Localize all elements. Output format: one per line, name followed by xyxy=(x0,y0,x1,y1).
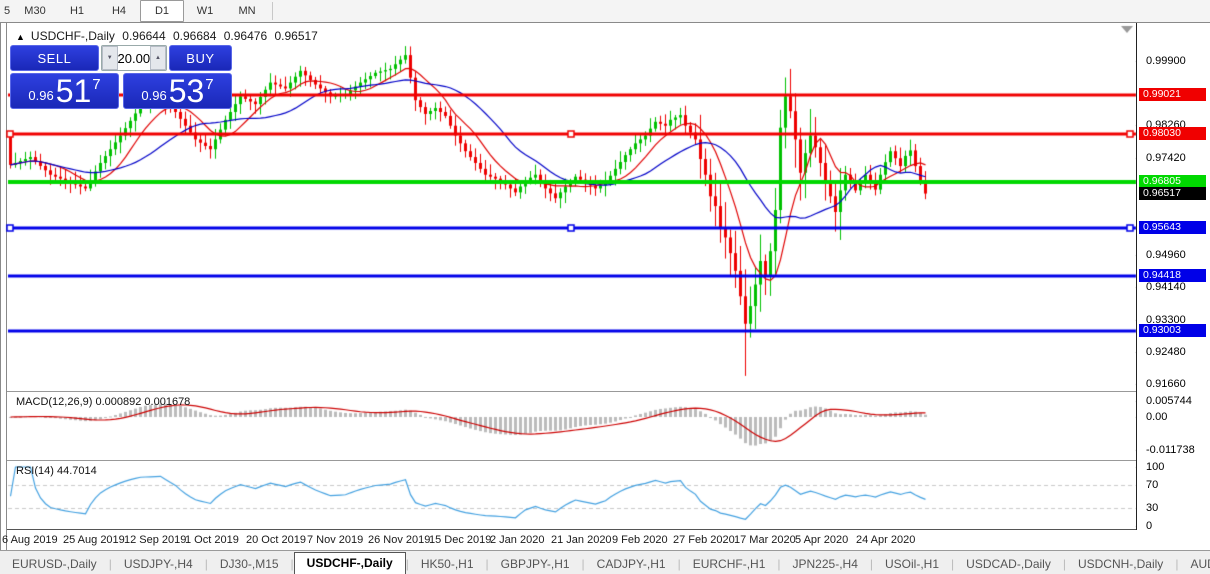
line-price-label: 0.94418 xyxy=(1139,269,1206,282)
sell-price-button[interactable]: 0.96517 xyxy=(10,73,119,109)
date-label: 25 Aug 2019 xyxy=(63,534,125,546)
chart-tab-usdjpy-h4[interactable]: USDJPY-,H4 xyxy=(112,554,205,574)
rsi-value: 44.7014 xyxy=(57,465,97,477)
buy-price-prefix: 0.96 xyxy=(141,88,166,103)
mt4-workspace: 5M30H1H4D1W1MN ▲USDCHF-,Daily 0.96644 0.… xyxy=(0,0,1210,574)
rsi-scale-label: 0 xyxy=(1146,520,1152,532)
rsi-pane-divider[interactable] xyxy=(7,460,1210,461)
volume-stepper: ▼ 20.00 ▲ xyxy=(101,45,167,71)
open-value: 0.96644 xyxy=(122,29,165,43)
chart-tab-usdcad-daily[interactable]: USDCAD-,Daily xyxy=(954,554,1063,574)
chart-tab-usdcnh-daily[interactable]: USDCNH-,Daily xyxy=(1066,554,1175,574)
date-label: 12 Sep 2019 xyxy=(124,534,186,546)
chart-title: ▲ USDCHF-,Daily 0.96644 0.96684 0.96476 0… xyxy=(16,29,322,43)
chart-tab-cadjpy-h1[interactable]: CADJPY-,H1 xyxy=(585,554,678,574)
low-value: 0.96476 xyxy=(224,29,267,43)
date-label: 7 Nov 2019 xyxy=(307,534,363,546)
price-tick-label: 0.92480 xyxy=(1146,346,1186,358)
chart-tab-hk50-h1[interactable]: HK50-,H1 xyxy=(409,554,486,574)
high-value: 0.96684 xyxy=(173,29,216,43)
price-tick-label: 0.94140 xyxy=(1146,281,1186,293)
date-axis[interactable]: 6 Aug 201925 Aug 201912 Sep 20191 Oct 20… xyxy=(7,530,1136,549)
rsi-title: RSI(14) xyxy=(16,465,54,477)
sell-button[interactable]: SELL xyxy=(10,45,99,71)
chart-tab-usdchf-daily[interactable]: USDCHF-,Daily xyxy=(294,552,406,574)
price-tick-label: 0.94960 xyxy=(1146,249,1186,261)
date-label: 1 Oct 2019 xyxy=(185,534,239,546)
volume-down-button[interactable]: ▼ xyxy=(102,46,118,70)
close-value: 0.96517 xyxy=(274,29,317,43)
date-label: 20 Oct 2019 xyxy=(246,534,306,546)
chart-tab-eurusd-daily[interactable]: EURUSD-,Daily xyxy=(0,554,109,574)
price-tick-label: 0.99900 xyxy=(1146,55,1186,67)
date-label: 26 Nov 2019 xyxy=(368,534,430,546)
macd-pane-divider[interactable] xyxy=(7,391,1210,392)
macd-values: 0.000892 0.001678 xyxy=(95,396,190,408)
line-price-label: 0.95643 xyxy=(1139,221,1206,234)
chart-tab-dj30-m15[interactable]: DJ30-,M15 xyxy=(208,554,291,574)
buy-price-button[interactable]: 0.96537 xyxy=(123,73,232,109)
macd-label: MACD(12,26,9) 0.000892 0.001678 xyxy=(16,396,190,408)
price-tick-label: 0.91660 xyxy=(1146,378,1186,390)
line-price-label: 0.99021 xyxy=(1139,88,1206,101)
macd-scale-label: 0.005744 xyxy=(1146,395,1192,407)
current-price-label: 0.96517 xyxy=(1139,187,1206,200)
line-price-label: 0.93003 xyxy=(1139,324,1206,337)
rsi-scale-label: 100 xyxy=(1146,461,1164,473)
date-label: 6 Aug 2019 xyxy=(2,534,58,546)
date-label: 27 Feb 2020 xyxy=(673,534,735,546)
chart-tab-audu[interactable]: AUDU xyxy=(1178,554,1210,574)
rsi-scale-label: 70 xyxy=(1146,479,1158,491)
sell-price-big: 51 xyxy=(56,76,92,106)
buy-price-sup: 7 xyxy=(205,76,213,93)
one-click-trading-panel: SELL ▼ 20.00 ▲ BUY 0.96517 0.96537 xyxy=(10,45,232,111)
chart-tab-jpn225-h4[interactable]: JPN225-,H4 xyxy=(781,554,870,574)
chart-tab-eurchf-h1[interactable]: EURCHF-,H1 xyxy=(681,554,778,574)
date-label: 15 Dec 2019 xyxy=(429,534,491,546)
date-label: 9 Feb 2020 xyxy=(612,534,668,546)
date-label: 2 Jan 2020 xyxy=(490,534,544,546)
chart-tab-gbpjpy-h1[interactable]: GBPJPY-,H1 xyxy=(489,554,582,574)
price-tick-label: 0.97420 xyxy=(1146,152,1186,164)
collapse-triangle-icon[interactable]: ▲ xyxy=(16,32,25,42)
sell-price-prefix: 0.96 xyxy=(28,88,53,103)
volume-field[interactable]: 20.00 xyxy=(118,46,151,70)
chart-tab-bar: EURUSD-,Daily|USDJPY-,H4|DJ30-,M15|USDCH… xyxy=(0,550,1210,574)
date-label: 21 Jan 2020 xyxy=(551,534,612,546)
rsi-label: RSI(14) 44.7014 xyxy=(16,465,97,477)
date-label: 17 Mar 2020 xyxy=(734,534,796,546)
price-scale[interactable]: 0.999000.982600.974200.949600.941400.933… xyxy=(1137,23,1210,530)
date-label: 24 Apr 2020 xyxy=(856,534,915,546)
line-price-label: 0.98030 xyxy=(1139,127,1206,140)
sell-price-sup: 7 xyxy=(92,76,100,93)
rsi-scale-label: 30 xyxy=(1146,502,1158,514)
macd-title: MACD(12,26,9) xyxy=(16,396,92,408)
macd-scale-label: 0.00 xyxy=(1146,411,1167,423)
buy-button[interactable]: BUY xyxy=(169,45,232,71)
symbol-label: USDCHF-,Daily xyxy=(31,29,115,43)
buy-price-big: 53 xyxy=(169,76,205,106)
chart-tab-usoil-h1[interactable]: USOil-,H1 xyxy=(873,554,951,574)
volume-up-button[interactable]: ▲ xyxy=(150,46,166,70)
macd-scale-label: -0.011738 xyxy=(1146,444,1195,456)
date-label: 5 Apr 2020 xyxy=(795,534,848,546)
